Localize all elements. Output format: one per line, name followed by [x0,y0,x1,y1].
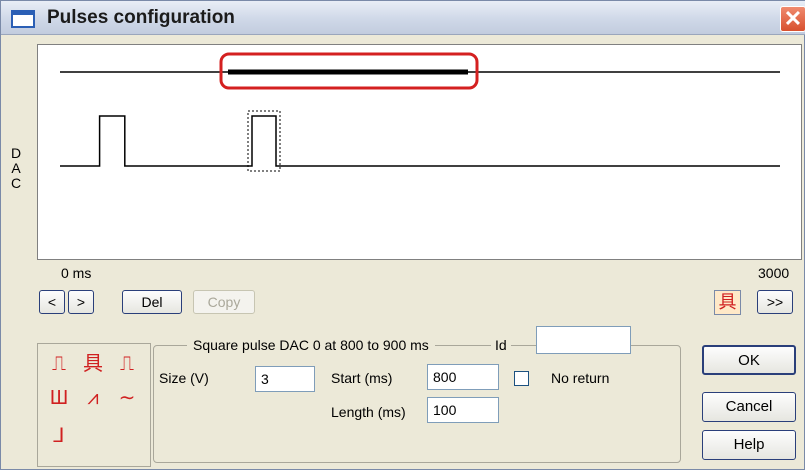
length-input[interactable]: 100 [427,397,499,423]
length-label: Length (ms) [331,404,406,420]
pulse-plot[interactable] [37,44,802,260]
help-button[interactable]: Help [702,430,796,460]
start-input[interactable]: 800 [427,364,499,390]
pulse-description: Square pulse DAC 0 at 800 to 900 ms [187,337,435,353]
selected-pulse-marker[interactable] [247,110,281,172]
previous-pulse-button[interactable]: < [39,290,65,314]
size-label: Size (V) [159,370,209,386]
epsp-waveform-icon[interactable]: ⅃ [46,424,72,448]
title-bar: Pulses configuration ✕ [1,1,805,35]
pulse-type-palette: ⎍ 具 ⎍ Ш ⩘ ∼ ⅃ [37,343,151,467]
next-pulse-button[interactable]: > [68,290,94,314]
pulses-configuration-dialog: Pulses configuration ✕ D A C 0 0 ms 3000… [0,0,805,470]
dac-trace [60,115,780,167]
x-start-label: 0 ms [61,265,92,281]
id-label: Id [491,337,511,353]
id-input[interactable] [536,326,631,354]
window-icon [11,10,35,28]
y-axis-label-a: A [11,160,21,176]
ramp-pulse-icon[interactable]: ⩘ [80,386,106,410]
pulse-plot-canvas [60,52,780,172]
y-axis-label-d: D [10,145,22,161]
sine-wave-icon[interactable]: ∼ [114,386,140,410]
close-button[interactable]: ✕ [780,6,805,32]
start-label: Start (ms) [331,370,393,386]
burst-train-icon[interactable]: Ш [46,386,72,410]
double-pulse-tool-button[interactable]: 具 [714,290,741,315]
x-end-label: 3000 [758,265,790,281]
copy-button[interactable]: Copy [193,290,255,314]
square-pulse-icon[interactable]: ⎍ [46,352,72,376]
no-return-checkbox[interactable] [514,371,529,386]
cancel-button[interactable]: Cancel [702,392,796,422]
double-pulse-icon[interactable]: 具 [80,352,106,376]
delete-button[interactable]: Del [122,290,182,314]
window-title: Pulses configuration [47,7,235,28]
expand-button[interactable]: >> [757,290,793,314]
no-return-label: No return [551,370,610,386]
y-axis-label-c: C [10,175,22,191]
pulse-settings-group [153,345,681,463]
pulse-train-icon[interactable]: ⎍ [114,352,140,376]
size-input[interactable]: 3 [255,366,315,392]
ok-button[interactable]: OK [702,345,796,375]
